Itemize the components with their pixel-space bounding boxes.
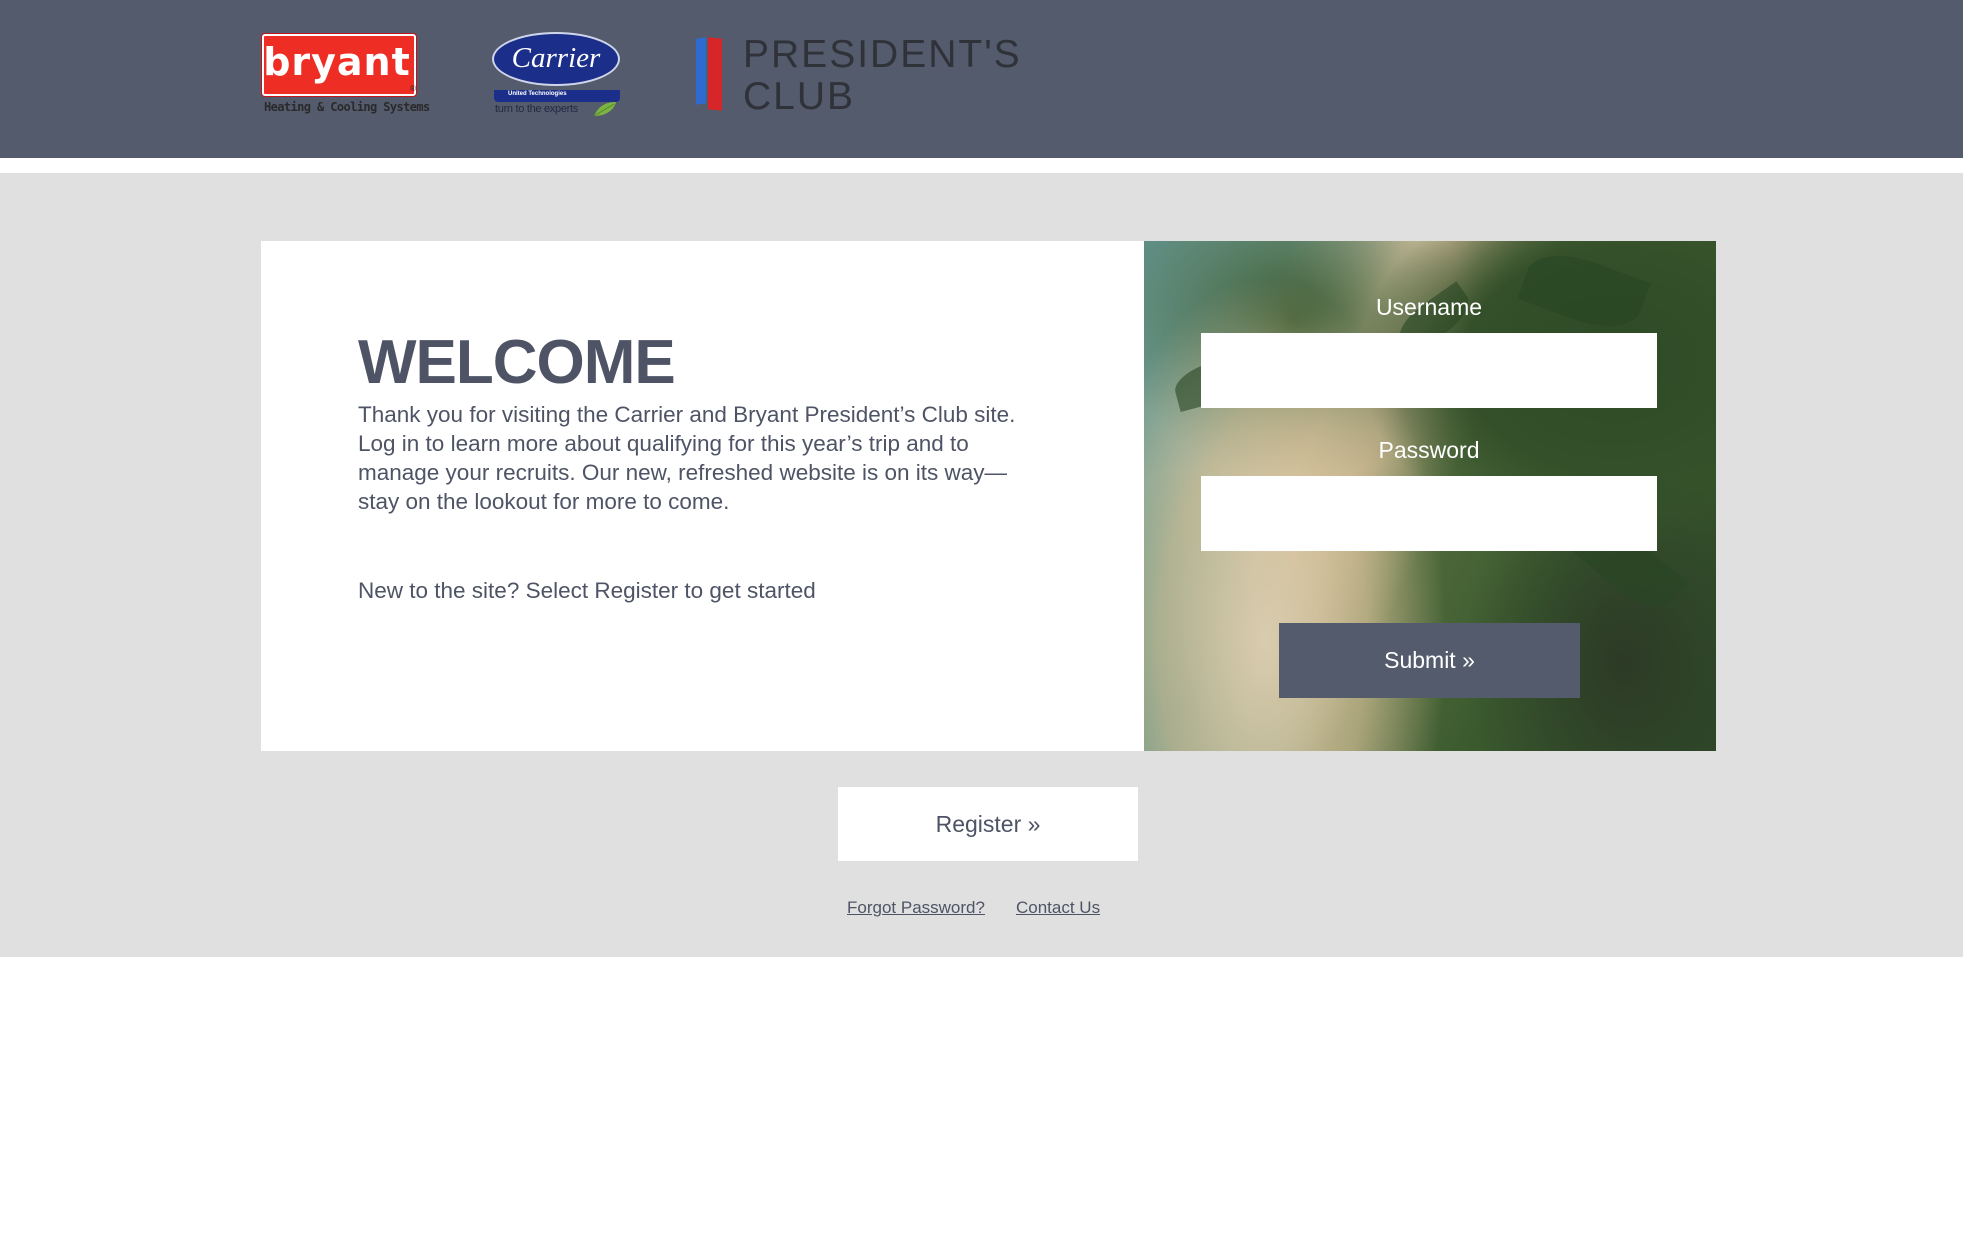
leaf-icon (593, 102, 616, 117)
palm-frond-decor (1517, 242, 1651, 340)
carrier-utc-text: United Technologies (508, 91, 567, 97)
bryant-logo-word: bryant (263, 40, 411, 84)
carrier-logo-word: Carrier (511, 42, 601, 74)
submit-button[interactable]: Submit » (1279, 623, 1580, 698)
new-to-site-text: New to the site? Select Register to get … (358, 578, 816, 603)
bryant-logo-tagline: Heating & Cooling Systems (264, 100, 430, 114)
username-label: Username (1375, 294, 1483, 320)
site-header: bryant ® Heating & Cooling Systems Carri… (0, 0, 1963, 158)
presidents-club-line1: PRESIDENT'S (743, 33, 1022, 76)
carrier-logo-tagline: turn to the experts (495, 103, 578, 115)
logo-stripe-blue (696, 37, 706, 105)
carrier-logo[interactable]: Carrier United Technologies turn to the … (492, 30, 624, 120)
password-input[interactable] (1201, 476, 1657, 551)
welcome-title: WELCOME (358, 328, 676, 397)
presidents-club-logo[interactable]: PRESIDENT'S CLUB (696, 34, 1020, 124)
password-label: Password (1378, 437, 1480, 463)
username-input[interactable] (1201, 333, 1657, 408)
register-button[interactable]: Register » (838, 787, 1138, 861)
logo-stripe-red (708, 37, 722, 111)
bryant-logo[interactable]: bryant ® Heating & Cooling Systems (260, 32, 430, 122)
registered-mark: ® (410, 84, 416, 93)
forgot-password-link[interactable]: Forgot Password? (847, 897, 985, 919)
presidents-club-text: PRESIDENT'S CLUB (743, 34, 1022, 118)
presidents-club-line2: CLUB (743, 75, 856, 118)
welcome-body: Thank you for visiting the Carrier and B… (358, 402, 1016, 514)
contact-us-link[interactable]: Contact Us (1016, 897, 1100, 919)
